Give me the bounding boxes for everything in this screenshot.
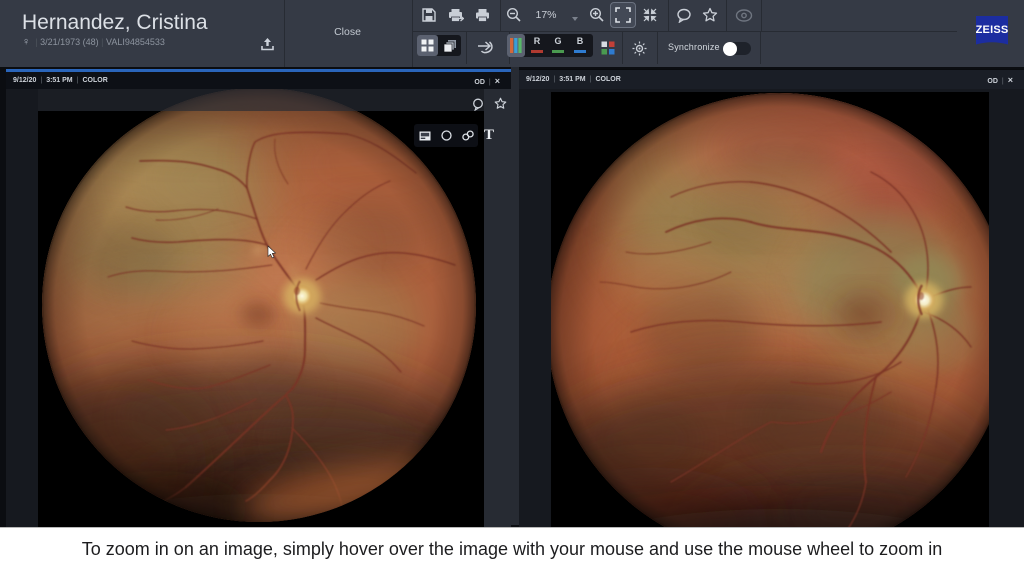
svg-text:ZEISS: ZEISS [976,24,1008,36]
